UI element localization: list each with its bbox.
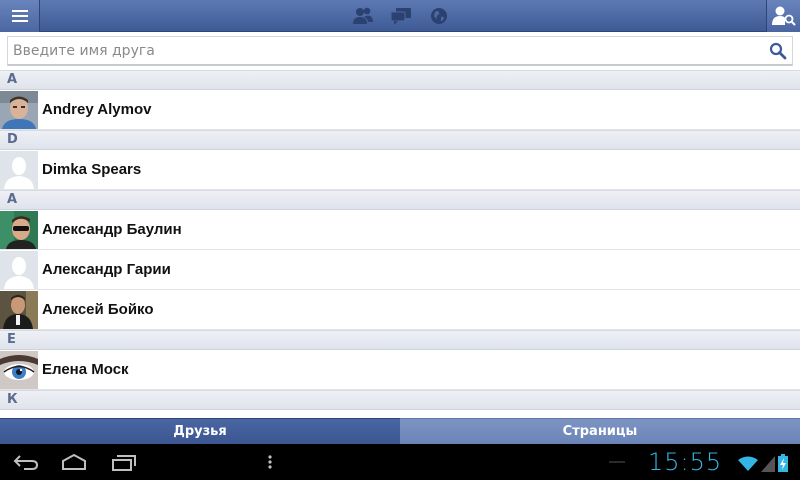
search-input[interactable] [8,37,764,64]
notifications-globe-icon[interactable] [428,6,450,26]
menu-button[interactable] [0,0,40,32]
recent-apps-icon[interactable] [110,452,138,472]
section-header: Е [0,330,800,350]
back-icon[interactable] [12,452,40,472]
status-icons[interactable] [738,454,788,472]
friend-requests-icon[interactable] [352,6,374,26]
find-friends-button[interactable] [766,0,800,32]
home-icon[interactable] [60,452,88,472]
hamburger-menu-icon [11,10,28,22]
avatar [0,250,38,289]
friend-name: Andrey Alymov [42,101,152,118]
avatar [0,290,38,329]
search-area [0,32,800,70]
friend-row[interactable]: Andrey Alymov [0,90,800,130]
section-header: D [0,130,800,150]
section-header: К [0,390,800,410]
section-header: А [0,190,800,210]
friend-name: Dimka Spears [42,161,142,178]
friend-row[interactable]: Елена Моск [0,350,800,390]
friend-name: Алексей Бойко [42,301,154,318]
friend-name: Александр Баулин [42,221,182,238]
signal-icon [761,456,775,472]
tab-friends[interactable]: Друзья [0,418,400,444]
clock[interactable]: 15:55 [648,448,722,476]
friend-name: Александр Гарии [42,261,171,278]
overflow-menu-icon[interactable] [256,452,284,472]
battery-charging-icon [778,454,788,472]
friend-row[interactable]: Dimka Spears [0,150,800,190]
friend-row[interactable]: Александр Гарии [0,250,800,290]
notification-icons [352,6,450,26]
section-header: A [0,70,800,90]
avatar [0,150,38,189]
friend-name: Елена Моск [42,361,129,378]
avatar [0,90,38,129]
top-bar [0,0,800,32]
avatar [0,210,38,249]
friend-row[interactable]: Алексей Бойко [0,290,800,330]
find-person-icon [771,6,796,26]
tab-pages[interactable]: Страницы [400,418,800,444]
messages-icon[interactable] [390,6,412,26]
avatar [0,350,38,389]
search-box [7,36,793,66]
search-icon[interactable] [764,38,792,64]
friends-list[interactable]: A Andrey Alymov D Dimka Spears А Алексан… [0,70,800,418]
notification-divider [609,461,625,463]
wifi-icon [738,456,758,471]
system-navigation-bar: 15:55 [0,444,800,480]
friend-row[interactable]: Александр Баулин [0,210,800,250]
bottom-tabs: Друзья Страницы [0,418,800,444]
